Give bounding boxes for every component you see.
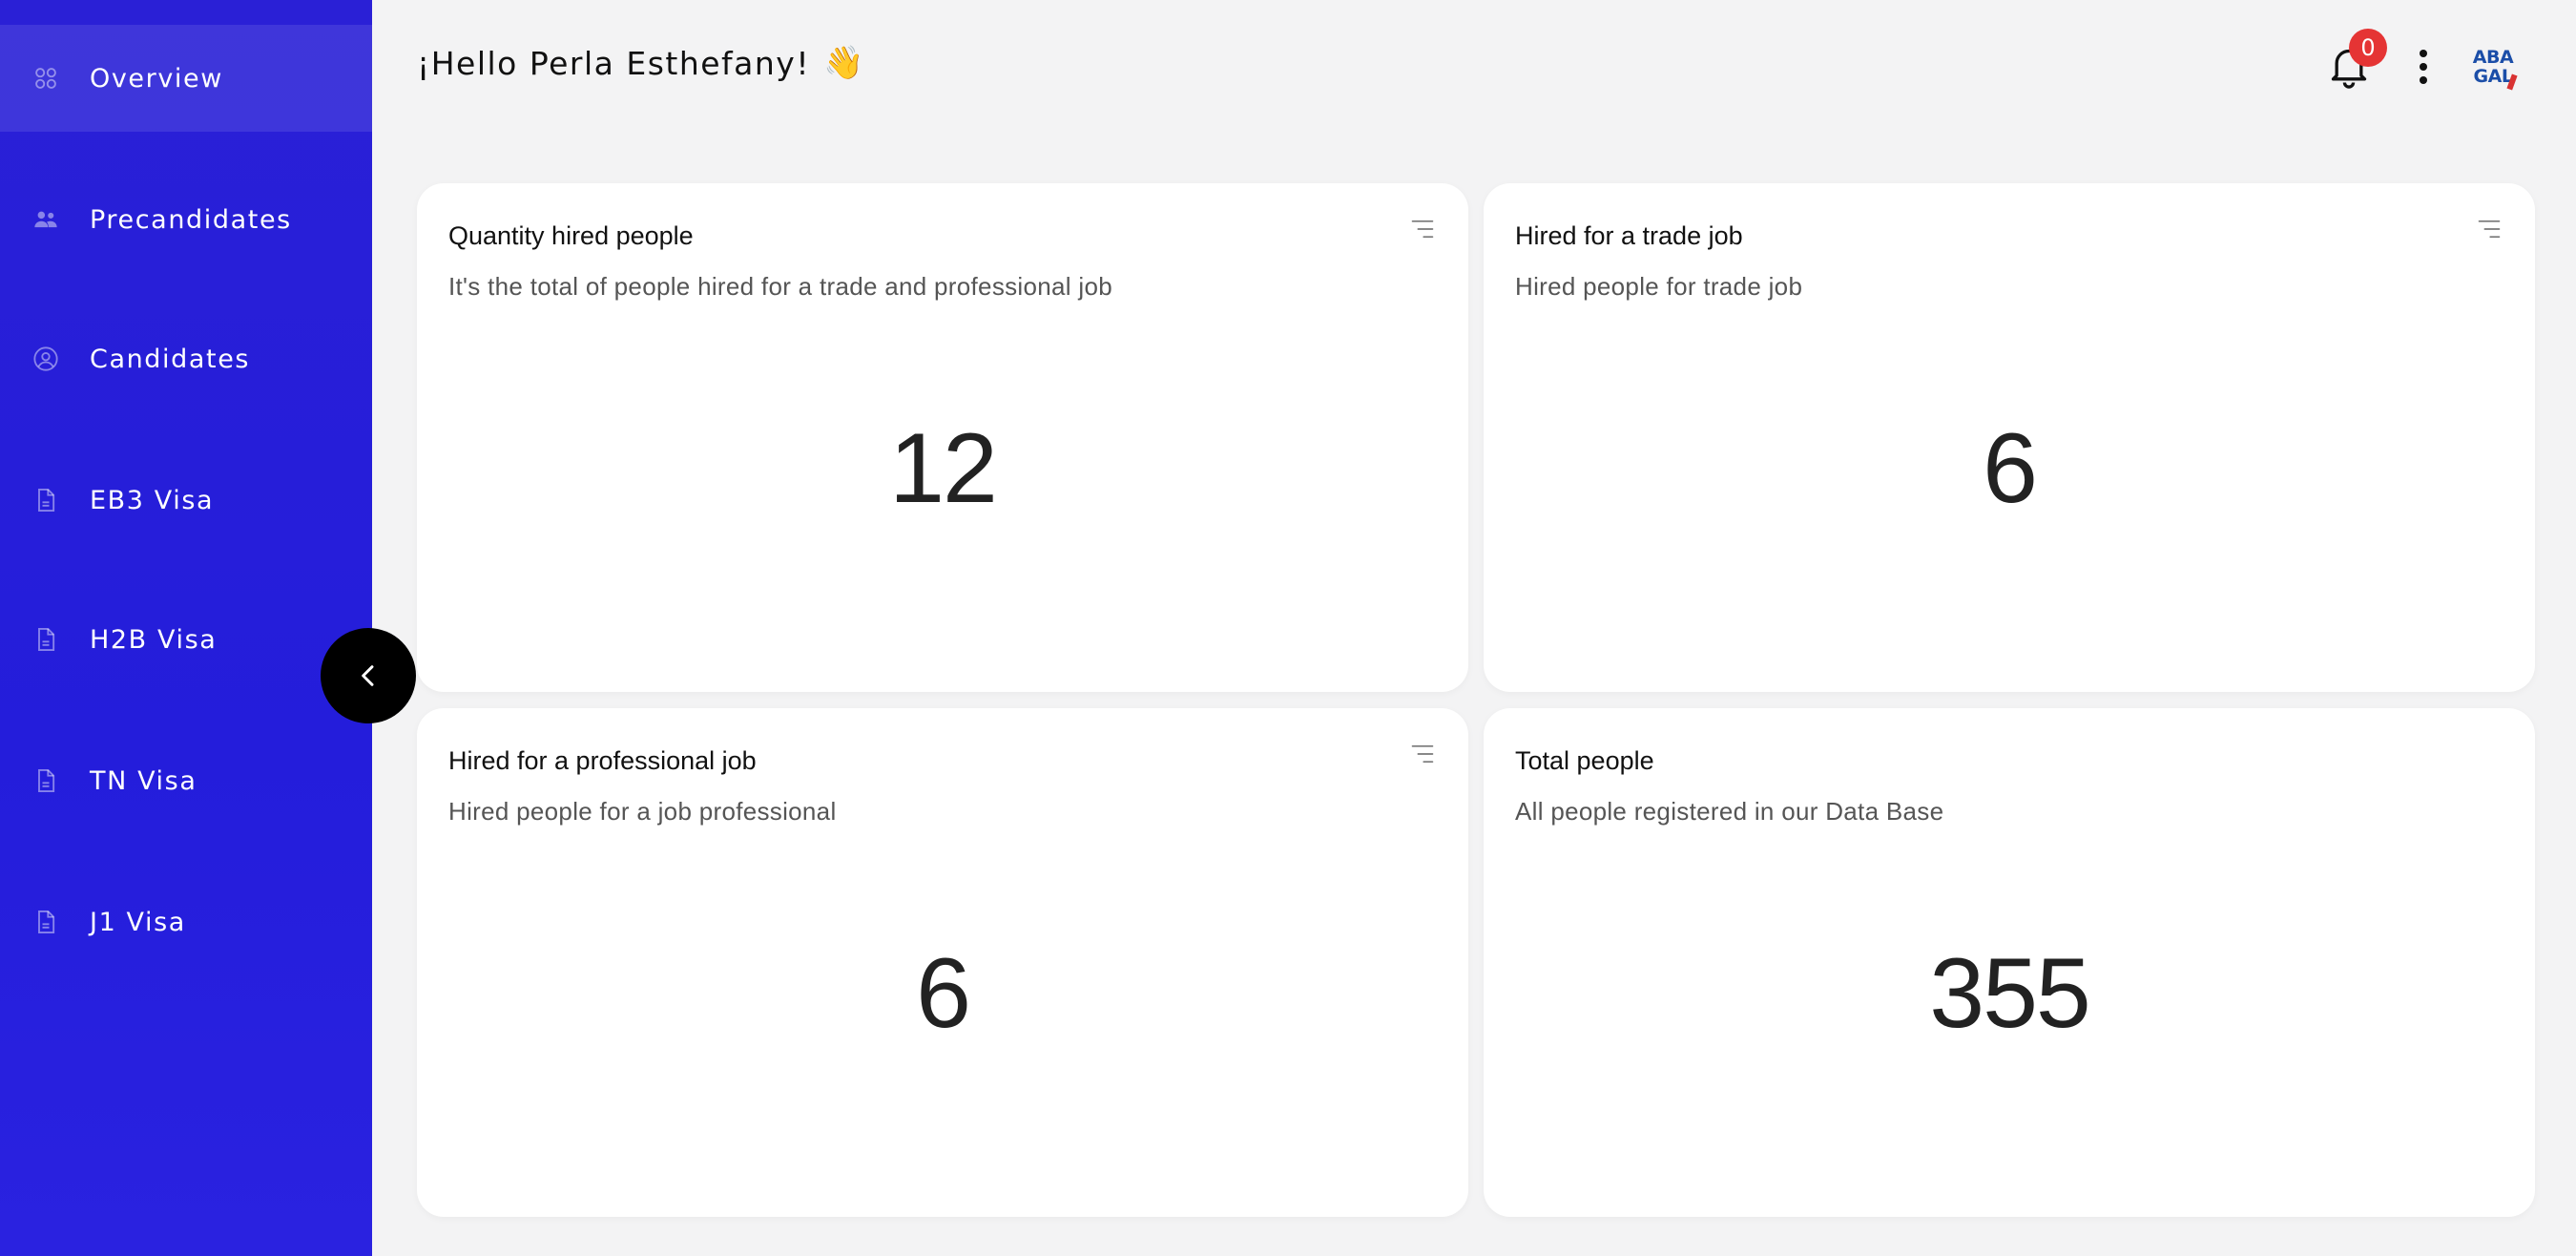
stat-card-trade-job: Hired for a trade job Hired people for t… <box>1484 183 2535 692</box>
sidebar-item-tn-visa[interactable]: TN Visa <box>0 727 372 834</box>
company-logo[interactable]: ABA GAL <box>2462 40 2524 94</box>
sidebar-item-label: H2B Visa <box>90 624 218 655</box>
stat-card-professional-job: Hired for a professional job Hired peopl… <box>417 708 1468 1217</box>
user-circle-icon <box>32 345 59 372</box>
sidebar-item-label: Overview <box>90 63 223 94</box>
sidebar-item-j1-visa[interactable]: J1 Visa <box>0 869 372 975</box>
card-title: Quantity hired people <box>448 221 694 250</box>
grid-icon <box>32 65 59 92</box>
card-title: Hired for a trade job <box>1515 221 1743 250</box>
filter-icon[interactable] <box>1409 216 1436 242</box>
sidebar-item-precandidates[interactable]: Precandidates <box>0 166 372 273</box>
sidebar-item-label: J1 Visa <box>90 907 186 937</box>
sidebar-item-h2b-visa[interactable]: H2B Visa <box>0 586 372 693</box>
sidebar-item-label: Precandidates <box>90 204 292 235</box>
card-title: Total people <box>1515 746 1654 775</box>
notification-count-badge: 0 <box>2349 29 2387 67</box>
document-icon <box>32 909 59 935</box>
sidebar-item-label: Candidates <box>90 344 251 374</box>
sidebar-item-eb3-visa[interactable]: EB3 Visa <box>0 447 372 554</box>
card-value: 6 <box>916 938 971 1049</box>
more-options-button[interactable] <box>2412 46 2435 88</box>
filter-icon[interactable] <box>2476 216 2503 242</box>
sidebar-item-label: TN Visa <box>90 765 197 796</box>
waving-hand-icon: 👋 <box>823 44 865 82</box>
sidebar-item-overview[interactable]: Overview <box>0 25 372 132</box>
stat-card-total-people: Total people All people registered in ou… <box>1484 708 2535 1217</box>
document-icon <box>32 626 59 653</box>
filter-icon[interactable] <box>1409 741 1436 767</box>
document-icon <box>32 487 59 513</box>
kebab-dot <box>2420 76 2427 84</box>
chevron-left-icon <box>362 665 374 686</box>
sidebar-collapse-button[interactable] <box>321 628 416 723</box>
card-subtitle: Hired people for trade job <box>1515 272 1803 301</box>
sidebar-item-candidates[interactable]: Candidates <box>0 305 372 412</box>
users-icon <box>32 206 59 233</box>
card-subtitle: Hired people for a job professional <box>448 797 837 826</box>
card-title: Hired for a professional job <box>448 746 757 775</box>
greeting-text: ¡Hello Perla Esthefany! <box>417 44 811 82</box>
greeting-heading: ¡Hello Perla Esthefany! 👋 <box>417 44 865 82</box>
card-value: 6 <box>1983 413 2038 524</box>
kebab-dot <box>2420 63 2427 71</box>
card-value: 12 <box>889 413 998 524</box>
kebab-dot <box>2420 50 2427 57</box>
card-value: 355 <box>1929 938 2091 1049</box>
logo-text-line: GAL <box>2473 66 2513 87</box>
card-subtitle: All people registered in our Data Base <box>1515 797 1944 826</box>
card-subtitle: It's the total of people hired for a tra… <box>448 272 1112 301</box>
sidebar: Overview Precandidates Candidates EB3 Vi… <box>0 0 372 1256</box>
sidebar-item-label: EB3 Visa <box>90 485 215 515</box>
logo-text-line: ABA <box>2472 47 2514 68</box>
document-icon <box>32 767 59 794</box>
stat-card-quantity-hired: Quantity hired people It's the total of … <box>417 183 1468 692</box>
